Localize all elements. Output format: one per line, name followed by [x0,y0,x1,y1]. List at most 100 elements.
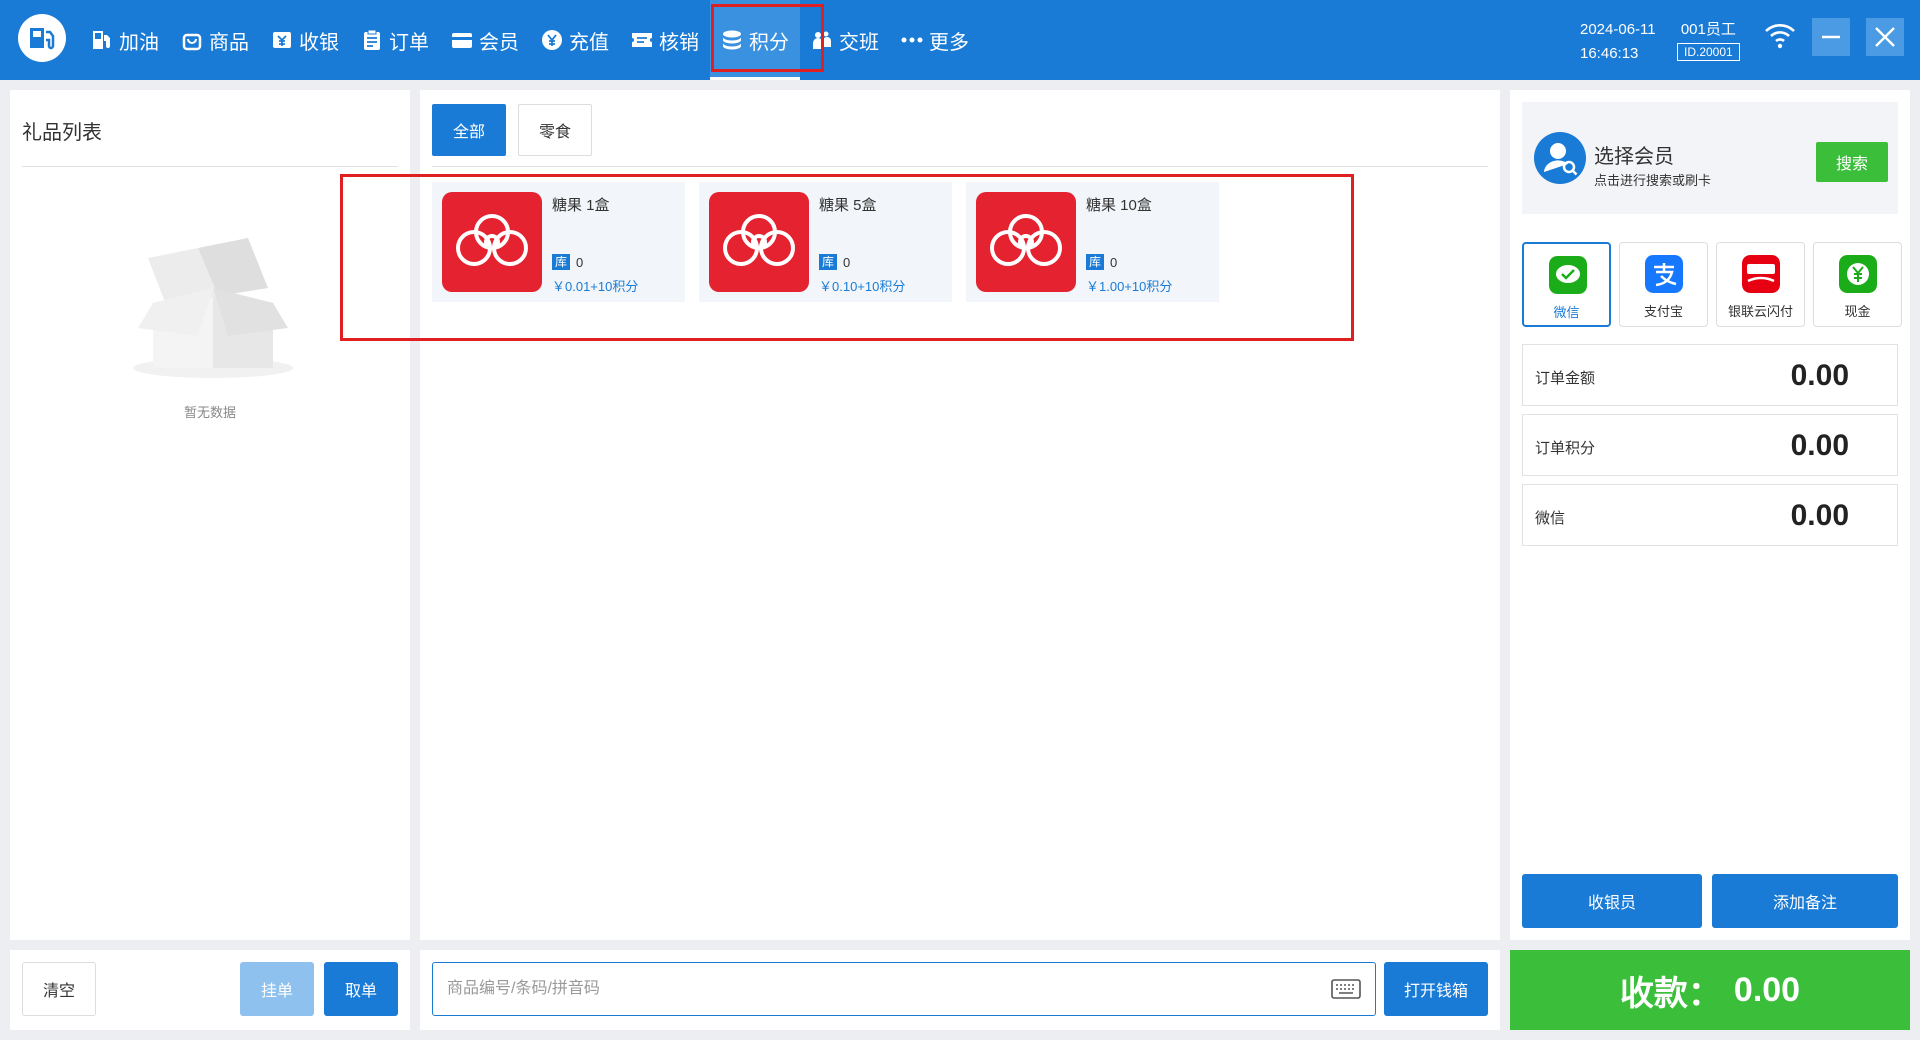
current-user: 001员工 ID.20001 [1677,18,1740,61]
gift-list-title: 礼品列表 [22,122,102,144]
alipay-icon [1645,255,1683,293]
keyboard-icon[interactable] [1331,978,1361,1000]
add-note-button[interactable]: 添加备注 [1712,874,1898,928]
member-select[interactable]: 选择会员 点击进行搜索或刷卡 搜索 [1522,102,1898,214]
wechat-amount-label: 微信 [1535,510,1566,527]
nav-label: 更多 [929,31,969,54]
candy-logo-icon [990,214,1062,266]
yen-circle-icon [542,30,562,50]
retrieve-order-button[interactable]: 取单 [324,962,398,1016]
payment-alipay[interactable]: 支付宝 [1619,242,1708,327]
tab-snacks[interactable]: 零食 [518,104,593,156]
order-amount-value: 0.00 [1790,359,1849,392]
empty-box-icon [133,238,293,378]
order-amount-label: 订单金额 [1535,370,1596,387]
cash-icon [1839,255,1877,293]
main-nav: 加油 商品 收银 订单 会员 充值 核销 积分 交班 更多 [80,0,980,80]
unionpay-quickpass-icon [1742,255,1780,293]
nav-label: 商品 [209,31,249,54]
open-cash-drawer-button[interactable]: 打开钱箱 [1384,962,1488,1016]
wechat-amount-row: 微信 0.00 [1522,484,1898,546]
tab-all[interactable]: 全部 [432,104,507,156]
datetime: 2024-06-11 16:46:13 [1580,18,1656,66]
payment-label: 银联云闪付 [1727,304,1793,319]
ticket-icon [632,33,652,47]
member-avatar [1534,132,1586,184]
date-text: 2024-06-11 [1580,21,1656,38]
nav-item-verify[interactable]: 核销 [620,0,710,80]
top-bar: 加油 商品 收银 订单 会员 充值 核销 积分 交班 更多 2024-06-11… [0,0,1920,80]
nav-label: 交班 [839,31,879,54]
candy-logo-icon [456,214,528,266]
product-image [976,192,1076,292]
hold-order-button[interactable]: 挂单 [240,962,314,1016]
product-name: 糖果 5盒 [819,197,877,214]
minimize-button[interactable] [1812,18,1850,56]
more-dots-icon [901,37,923,43]
nav-item-orders[interactable]: 订单 [350,0,440,80]
cashier-button[interactable]: 收银员 [1522,874,1702,928]
collect-payment-label: 收款： [1619,974,1722,1013]
nav-item-points[interactable]: 积分 [710,0,800,80]
close-button[interactable] [1866,18,1904,56]
nav-label: 会员 [479,31,519,54]
stock-tag: 库 [1086,254,1105,270]
payment-wechat[interactable]: 微信 [1522,242,1611,327]
product-panel: 全部 零食 糖果 1盒 库 0 ￥0.01+10积分 糖果 5盒 库 0 ￥0.… [420,90,1500,940]
order-points-label: 订单积分 [1535,440,1596,457]
payment-methods: 微信 支付宝 银联云闪付 现金 [1522,242,1902,327]
nav-item-recharge[interactable]: 充值 [530,0,620,80]
bag-icon [182,33,202,51]
product-image [709,192,809,292]
product-stock: 库 0 [552,254,583,270]
category-tabs: 全部 零食 [432,104,593,156]
nav-label: 积分 [749,31,789,54]
payment-cash[interactable]: 现金 [1813,242,1902,327]
collect-payment-button[interactable]: 收款： 0.00 [1510,950,1910,1030]
product-card[interactable]: 糖果 1盒 库 0 ￥0.01+10积分 [432,182,685,302]
nav-item-goods[interactable]: 商品 [170,0,260,80]
empty-text: 暂无数据 [183,405,236,420]
divider [432,166,1488,167]
nav-label: 核销 [659,31,699,54]
clear-button[interactable]: 清空 [22,962,96,1016]
product-code-field[interactable] [432,962,1376,1016]
member-search-button[interactable]: 搜索 [1816,142,1888,182]
nav-item-shift[interactable]: 交班 [800,0,890,80]
product-card[interactable]: 糖果 10盒 库 0 ￥1.00+10积分 [966,182,1219,302]
nav-item-cashier[interactable]: 收银 [260,0,350,80]
member-title: 选择会员 [1594,146,1674,168]
checkout-panel: 选择会员 点击进行搜索或刷卡 搜索 微信 支付宝 银联云闪付 现金 订单金额 0… [1510,90,1910,940]
nav-label: 收银 [299,31,339,54]
product-name: 糖果 10盒 [1086,197,1152,214]
minimize-icon [1822,35,1840,39]
wechat-amount-value: 0.00 [1790,499,1849,532]
product-name: 糖果 1盒 [552,197,610,214]
user-id-badge: ID.20001 [1677,43,1740,61]
nav-label: 充值 [569,31,609,54]
candy-logo-icon [723,214,795,266]
nav-item-member[interactable]: 会员 [440,0,530,80]
payment-unionpay[interactable]: 银联云闪付 [1716,242,1805,327]
nav-item-fuel[interactable]: 加油 [80,0,170,80]
product-stock: 库 0 [1086,254,1117,270]
order-actions-bar: 清空 挂单 取单 [10,950,410,1030]
product-stock: 库 0 [819,254,850,270]
payment-label: 微信 [1553,305,1580,320]
wechat-pay-icon [1549,256,1587,294]
gift-list-panel: 礼品列表 暂无数据 [10,90,410,940]
collect-payment-value: 0.00 [1733,970,1801,1009]
product-code-input[interactable] [433,963,1313,1015]
cashier-icon [273,32,291,48]
user-name: 001员工 [1680,21,1736,38]
product-price: ￥1.00+10积分 [1086,279,1173,294]
nav-label: 加油 [119,31,159,54]
nav-item-more[interactable]: 更多 [890,0,980,80]
product-card[interactable]: 糖果 5盒 库 0 ￥0.10+10积分 [699,182,952,302]
people-icon [813,31,831,49]
nav-label: 订单 [389,31,429,54]
close-icon [1875,27,1895,47]
card-icon [452,33,472,48]
member-hint: 点击进行搜索或刷卡 [1594,173,1712,188]
payment-label: 支付宝 [1643,304,1683,319]
